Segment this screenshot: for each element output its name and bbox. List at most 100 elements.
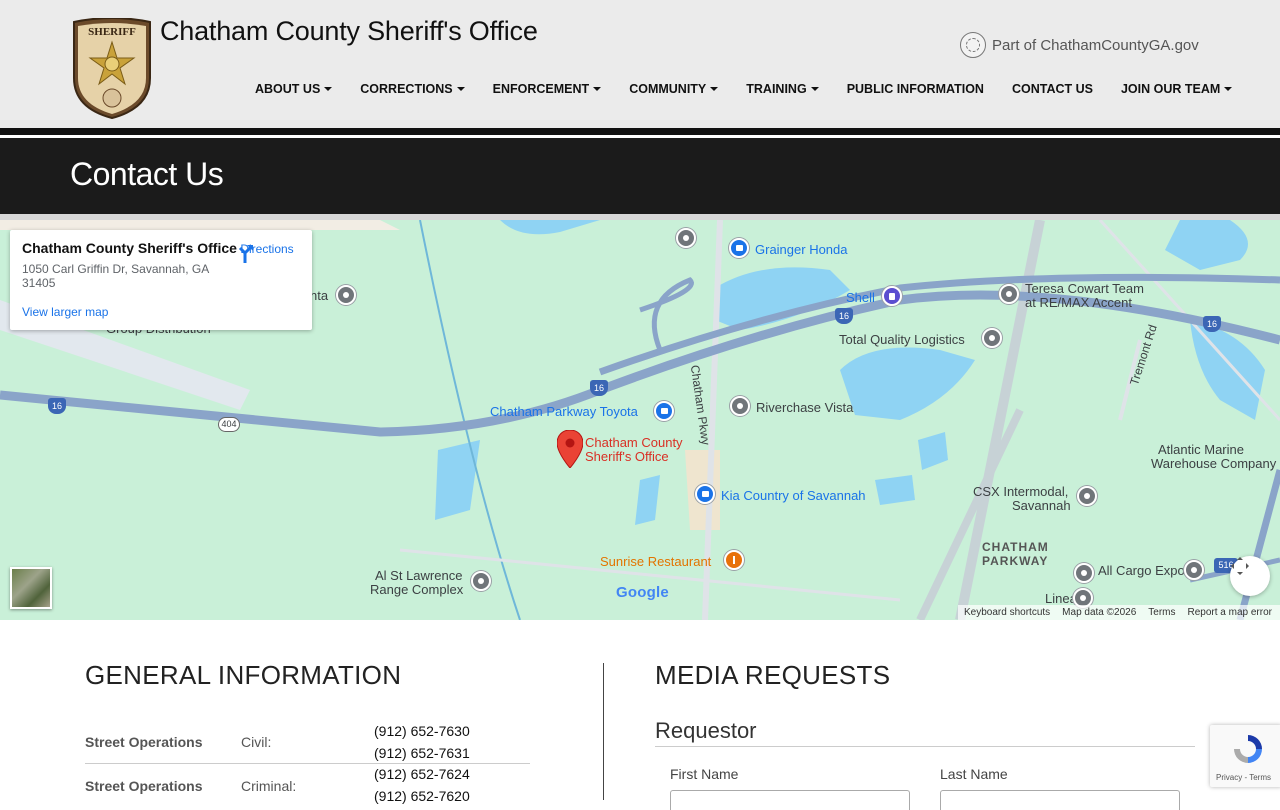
row-label: Street Operations: [85, 778, 203, 794]
table-row: Street Operations Criminal: (912) 652-76…: [85, 764, 530, 808]
poi-atlantic-marine[interactable]: Atlantic Marine: [1158, 442, 1244, 457]
nav-join-our-team[interactable]: JOIN OUR TEAM: [1121, 82, 1233, 96]
poi-chatham-toyota[interactable]: Chatham Parkway Toyota: [490, 404, 638, 419]
poi-csx-2[interactable]: Savannah: [1012, 498, 1071, 513]
map-terms-link[interactable]: Terms: [1148, 607, 1175, 618]
poi-al-st-lawrence[interactable]: Al St Lawrence: [375, 568, 462, 583]
route-16-shield: 16: [835, 308, 853, 324]
nav-about-us[interactable]: ABOUT US: [255, 82, 333, 96]
place-icon[interactable]: [999, 284, 1019, 304]
report-map-error-link[interactable]: Report a map error: [1188, 607, 1272, 618]
general-information-section: GENERAL INFORMATION: [85, 660, 535, 691]
county-seal-icon: [960, 32, 986, 58]
poi-teresa-cowart-2[interactable]: at RE/MAX Accent: [1025, 295, 1132, 310]
place-icon[interactable]: [982, 328, 1002, 348]
directions-icon: [238, 245, 253, 263]
last-name-label: Last Name: [940, 766, 1008, 782]
recaptcha-terms-link[interactable]: Terms: [1249, 773, 1271, 782]
recaptcha-badge[interactable]: Privacy - Terms: [1210, 725, 1280, 787]
caret-down-icon: [1224, 87, 1233, 91]
header-divider: [0, 128, 1280, 135]
recaptcha-privacy-link[interactable]: Privacy: [1216, 773, 1242, 782]
route-16-shield: 16: [48, 398, 66, 414]
poi-grainger-honda[interactable]: Grainger Honda: [755, 242, 848, 257]
fullscreen-icon: [1231, 557, 1249, 575]
nav-public-information[interactable]: PUBLIC INFORMATION: [847, 82, 984, 96]
google-map[interactable]: 16 16 16 16 404 516 Grainger Honda nta G…: [0, 220, 1280, 620]
poi-kia-country[interactable]: Kia Country of Savannah: [721, 488, 866, 503]
first-name-input[interactable]: [670, 790, 910, 810]
poi-total-quality[interactable]: Total Quality Logistics: [839, 332, 965, 347]
poi-atlantic-marine-2[interactable]: Warehouse Company: [1151, 456, 1276, 471]
row-type: Civil:: [241, 734, 272, 750]
map-data-attribution: Map data ©2026: [1062, 607, 1137, 618]
shopping-icon[interactable]: [654, 401, 674, 421]
route-404-shield: 404: [218, 417, 240, 432]
sheriff-location-marker-icon[interactable]: [557, 430, 583, 468]
phone-link[interactable]: (912) 652-7620: [374, 788, 470, 804]
poi-all-cargo[interactable]: All Cargo Export: [1098, 563, 1193, 578]
row-type: Criminal:: [241, 778, 297, 794]
caret-down-icon: [324, 87, 333, 91]
poi-sunrise-restaurant[interactable]: Sunrise Restaurant: [600, 554, 711, 569]
poi-sheriff-office[interactable]: Chatham County: [585, 435, 683, 450]
place-icon[interactable]: [336, 285, 356, 305]
area-parkway: PARKWAY: [982, 554, 1049, 568]
caret-down-icon: [456, 87, 465, 91]
poi-csx[interactable]: CSX Intermodal,: [973, 484, 1068, 499]
restaurant-icon[interactable]: [724, 550, 744, 570]
nav-enforcement[interactable]: ENFORCEMENT: [493, 82, 602, 96]
school-icon[interactable]: [676, 228, 696, 248]
area-chatham: CHATHAM: [982, 540, 1049, 554]
caret-down-icon: [710, 87, 719, 91]
shopping-icon[interactable]: [695, 484, 715, 504]
place-icon[interactable]: [1184, 560, 1204, 580]
phone-link[interactable]: (912) 652-7630: [374, 723, 470, 739]
poi-partial[interactable]: nta: [310, 288, 328, 303]
place-icon[interactable]: [730, 396, 750, 416]
nav-community[interactable]: COMMUNITY: [629, 82, 719, 96]
contact-table: Street Operations Civil: (912) 652-7630 …: [85, 720, 530, 808]
view-larger-map-link[interactable]: View larger map: [22, 305, 108, 319]
caret-down-icon: [810, 87, 819, 91]
column-divider: [603, 663, 604, 800]
route-16-shield: 16: [1203, 316, 1221, 332]
info-card-address: 1050 Carl Griffin Dr, Savannah, GA 31405: [22, 262, 209, 290]
map-footer: Keyboard shortcuts Map data ©2026 Terms …: [958, 605, 1280, 620]
poi-sheriff-office-2[interactable]: Sheriff's Office: [585, 449, 669, 464]
table-row: Street Operations Civil: (912) 652-7630 …: [85, 720, 530, 764]
keyboard-shortcuts-link[interactable]: Keyboard shortcuts: [964, 607, 1050, 618]
route-16-shield: 16: [590, 380, 608, 396]
poi-al-st-lawrence-2[interactable]: Range Complex: [370, 582, 463, 597]
site-title[interactable]: Chatham County Sheriff's Office: [160, 16, 538, 47]
fullscreen-button[interactable]: [1230, 556, 1270, 596]
poi-shell[interactable]: Shell: [846, 290, 875, 305]
gas-station-icon[interactable]: [882, 286, 902, 306]
page-title: Contact Us: [70, 156, 224, 192]
phone-link[interactable]: (912) 652-7624: [374, 766, 470, 782]
phone-link[interactable]: (912) 652-7631: [374, 745, 470, 761]
media-requests-section: MEDIA REQUESTS: [655, 660, 1195, 691]
place-icon[interactable]: [1077, 486, 1097, 506]
nav-contact-us[interactable]: CONTACT US: [1012, 82, 1093, 96]
shopping-icon[interactable]: [729, 238, 749, 258]
nav-training[interactable]: TRAINING: [746, 82, 819, 96]
nav-corrections[interactable]: CORRECTIONS: [360, 82, 465, 96]
place-icon[interactable]: [1074, 563, 1094, 583]
poi-riverchase-vista[interactable]: Riverchase Vista: [756, 400, 853, 415]
sheriff-badge-logo[interactable]: SHERIFF: [70, 18, 154, 120]
map-info-card: Chatham County Sheriff's Office 1050 Car…: [10, 230, 312, 330]
page-banner: Contact Us: [0, 138, 1280, 214]
poi-teresa-cowart[interactable]: Teresa Cowart Team: [1025, 281, 1144, 296]
caret-down-icon: [593, 87, 602, 91]
county-link[interactable]: Part of ChathamCountyGA.gov: [960, 32, 1199, 58]
site-header: SHERIFF Chatham County Sheriff's Office …: [0, 0, 1280, 128]
satellite-toggle-thumbnail[interactable]: [10, 567, 52, 609]
directions-button[interactable]: Directions: [234, 242, 300, 263]
main-nav: ABOUT US CORRECTIONS ENFORCEMENT COMMUNI…: [255, 82, 1260, 96]
requestor-heading: Requestor: [655, 718, 1195, 747]
first-name-label: First Name: [670, 766, 739, 782]
place-icon[interactable]: [471, 571, 491, 591]
last-name-input[interactable]: [940, 790, 1180, 810]
recaptcha-links: Privacy - Terms: [1216, 773, 1271, 782]
